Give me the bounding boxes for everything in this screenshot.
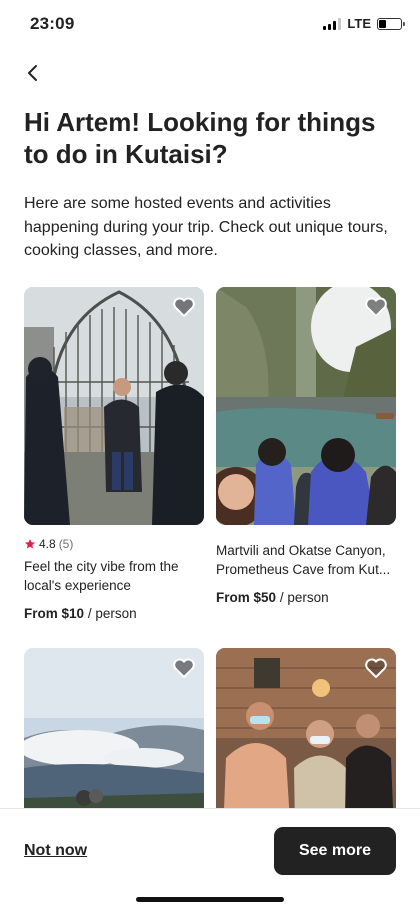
page-title: Hi Artem! Looking for things to do in Ku… (24, 107, 376, 169)
bottom-action-bar: Not now See more (0, 808, 420, 909)
experience-title: Martvili and Okatse Canyon, Prometheus C… (216, 543, 391, 577)
not-now-link[interactable]: Not now (24, 842, 87, 860)
battery-level (379, 19, 387, 28)
battery-icon (377, 17, 405, 30)
heart-icon[interactable] (172, 295, 196, 319)
rating: 4.8 (5) (24, 537, 204, 551)
price-value: $10 (61, 606, 85, 621)
experience-card[interactable]: Martvili and Okatse Canyon, Prometheus C… (216, 287, 396, 605)
signal-icon (323, 17, 342, 30)
see-more-button[interactable]: See more (274, 827, 396, 875)
status-bar: 23:09 LTE (0, 0, 420, 50)
price-value: $50 (253, 590, 277, 605)
home-indicator[interactable] (136, 897, 284, 902)
experience-price: From $10 / person (24, 606, 204, 621)
price-unit: / person (87, 606, 137, 621)
price-unit: / person (279, 590, 329, 605)
heart-icon[interactable] (364, 656, 388, 680)
intro-text: Here are some hosted events and activiti… (24, 195, 388, 259)
heart-icon[interactable] (172, 656, 196, 680)
experience-title: Feel the city vibe from the local's expe… (24, 559, 179, 593)
experience-photo (24, 287, 204, 525)
price-prefix: From (216, 590, 250, 605)
experience-price: From $50 / person (216, 590, 396, 605)
review-count: (5) (58, 537, 74, 551)
experience-photo (216, 287, 396, 525)
heart-icon[interactable] (364, 295, 388, 319)
experience-card[interactable]: 4.8 (5) Feel the city vibe from the loca… (24, 287, 204, 621)
status-time: 23:09 (30, 14, 75, 33)
rating-value: 4.8 (39, 537, 56, 551)
back-button[interactable] (20, 60, 46, 86)
star-icon (25, 539, 35, 549)
network-label: LTE (347, 16, 371, 31)
price-prefix: From (24, 606, 58, 621)
status-icons: LTE (323, 16, 405, 31)
chevron-left-icon (28, 65, 37, 81)
